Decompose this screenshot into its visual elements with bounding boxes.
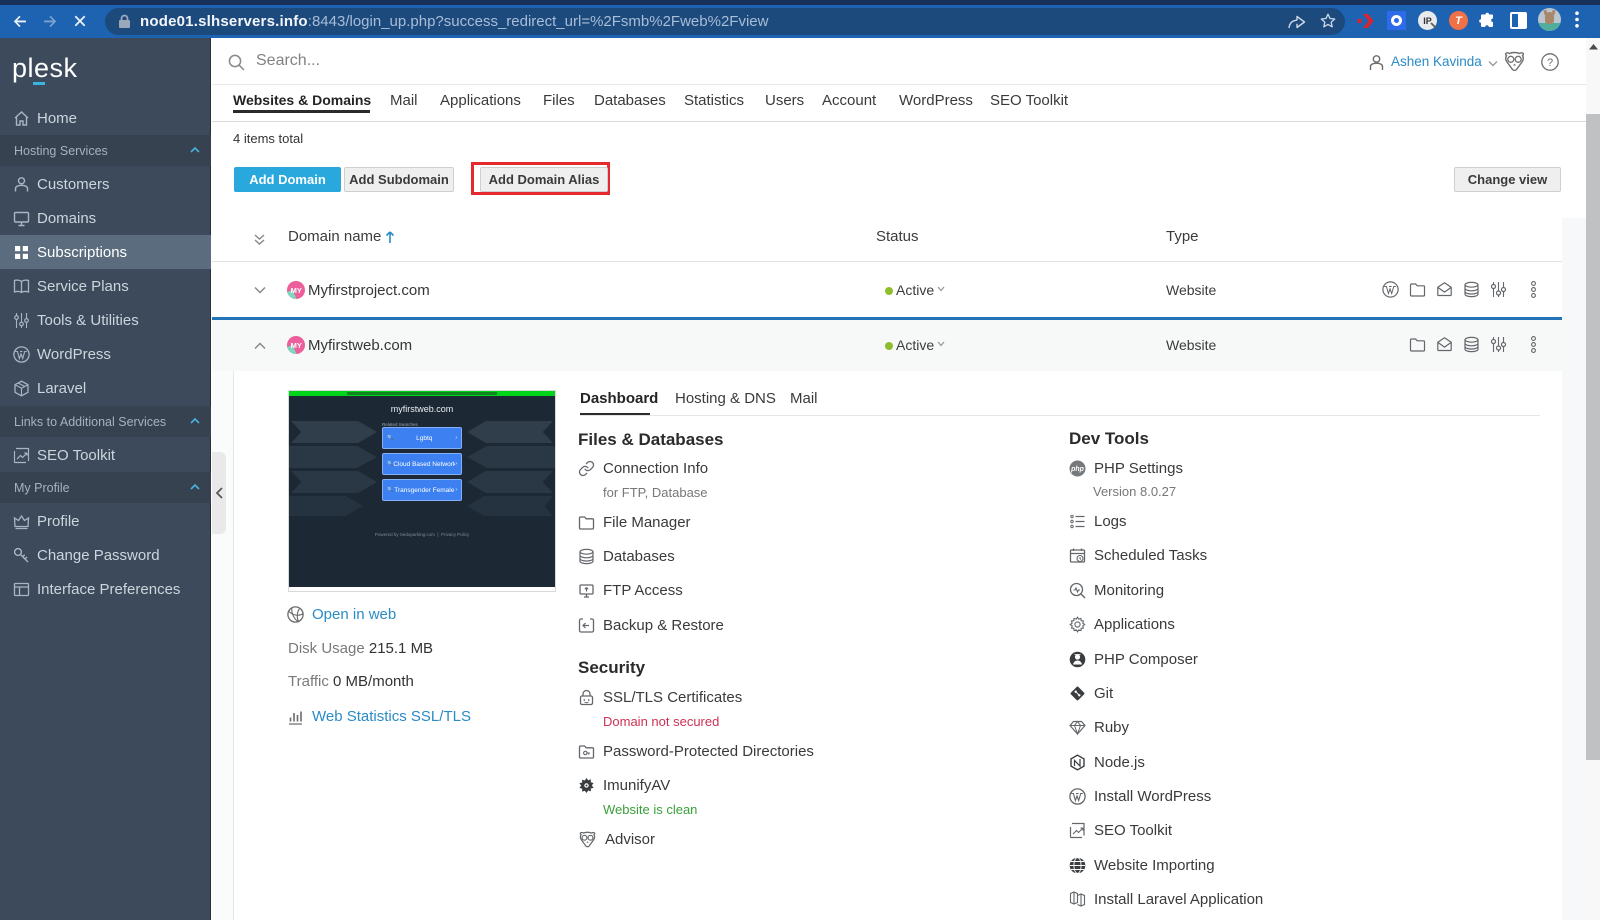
svg-text:?: ? — [1547, 57, 1553, 69]
svg-text:php: php — [1070, 466, 1085, 473]
svg-text:MY: MY — [291, 286, 302, 295]
svg-text:MY: MY — [291, 341, 302, 350]
